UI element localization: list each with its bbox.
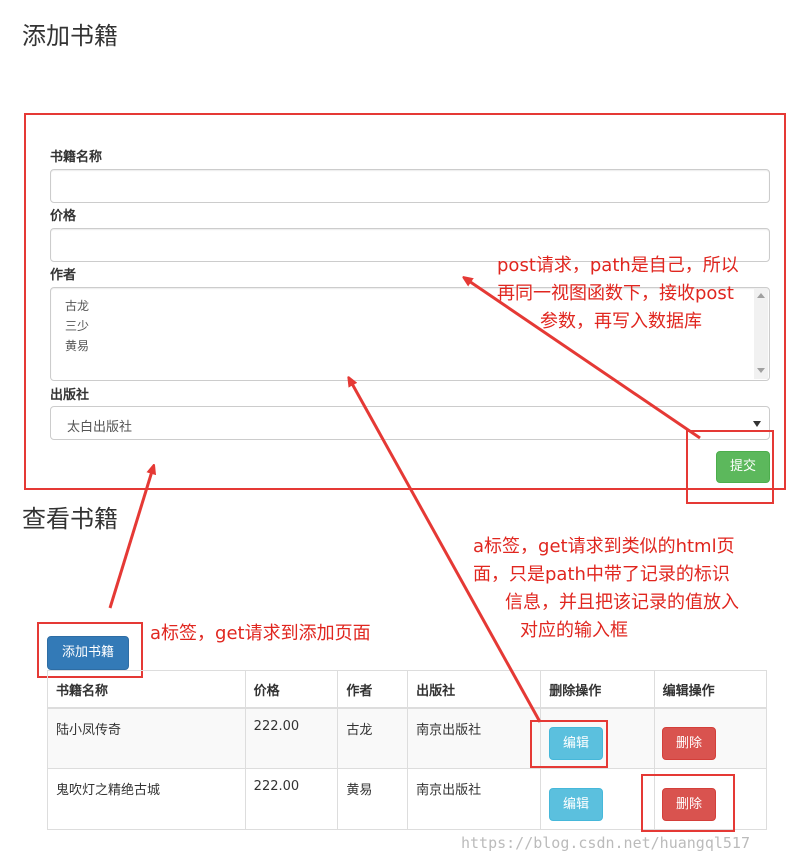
arrow-submit-to-note — [466, 279, 701, 440]
arrow-edit-to-form — [350, 380, 542, 723]
watermark: https://blog.csdn.net/huangql517 — [461, 834, 750, 852]
arrow-add-to-form — [108, 468, 153, 609]
annotation-arrows — [108, 0, 701, 723]
